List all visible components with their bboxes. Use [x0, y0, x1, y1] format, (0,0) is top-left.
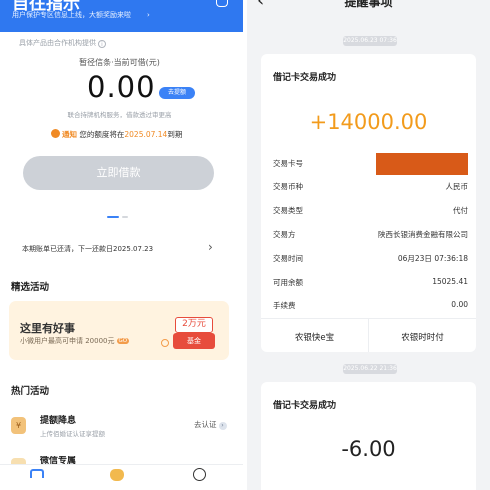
- money-bag-icon: ¥: [11, 417, 26, 434]
- raise-limit-button[interactable]: 去提额: [159, 87, 195, 99]
- transaction-amount: -6.00: [341, 437, 396, 461]
- featured-heading: 精选活动: [11, 282, 50, 293]
- available-amount: 0.00: [87, 70, 156, 104]
- detail-row: 交易币种 人民币: [273, 181, 468, 193]
- clock-icon: [51, 129, 60, 138]
- detail-value: 代付: [453, 206, 468, 215]
- detail-row: 可用余额 15025.41: [273, 277, 468, 289]
- transaction-title: 借记卡交易成功: [273, 401, 337, 411]
- carousel-dot-active: [107, 216, 119, 218]
- notice-text: 您的额度将在: [79, 130, 125, 139]
- bill-status-row[interactable]: 本期账单已还清，下一还款日2025.07.23 ›: [0, 234, 243, 262]
- promo-sub-text: 小微用户最高可申请 20000元: [20, 337, 115, 345]
- verify-button[interactable]: 去认证 ›: [194, 419, 227, 430]
- detail-label: 交易币种: [273, 182, 303, 191]
- redaction-block: [376, 153, 468, 175]
- promo-banner[interactable]: 这里有好事 小微用户最高可申请 20000元 GO 2万元 基金: [9, 301, 229, 360]
- app-header: 自往指示 用户保护专区信息上线，大额奖励来啦 ›: [0, 0, 243, 32]
- notice-date: 2025.07.14: [124, 130, 168, 139]
- loan-app-screen: 自往指示 用户保护专区信息上线，大额奖励来啦 › 具体产品由合作机构提供 i 暂径…: [0, 0, 243, 490]
- profile-tab-icon[interactable]: [193, 468, 206, 481]
- kuai-e-bao-button[interactable]: 农银快e宝: [261, 331, 368, 343]
- timestamp-pill: 2025.06.23 07:36: [343, 36, 397, 46]
- go-badge: GO: [116, 338, 130, 344]
- notice-suffix: 到期: [167, 130, 183, 139]
- detail-row: 交易时间 06月23日 07:36:18: [273, 253, 468, 265]
- detail-label: 手续费: [273, 301, 296, 310]
- transaction-amount: +14000.00: [309, 110, 428, 134]
- chat-icon[interactable]: [216, 0, 228, 7]
- promo-subtitle: 小微用户最高可申请 20000元 GO: [20, 336, 130, 346]
- promo-title: 这里有好事: [20, 322, 75, 335]
- fund-label: 基金: [173, 333, 215, 349]
- detail-label: 交易方: [273, 230, 296, 239]
- home-tab-icon[interactable]: [30, 469, 44, 478]
- more-icon[interactable]: ···: [460, 0, 476, 7]
- notice-tag: 通知: [62, 130, 77, 139]
- detail-value: 06月23日 07:36:18: [397, 254, 468, 263]
- provider-note: 具体产品由合作机构提供 i: [19, 38, 106, 48]
- page-title: 提醒事项: [344, 0, 393, 9]
- detail-label: 交易类型: [273, 206, 303, 215]
- bill-status-text: 本期账单已还清，下一还款日2025.07.23: [22, 245, 154, 253]
- timestamp-pill: 2025.06.22 21:36: [343, 364, 397, 374]
- detail-row: 手续费 0.00: [273, 300, 468, 312]
- detail-value: 人民币: [445, 182, 469, 191]
- detail-value: 陕西长银消费金融有限公司: [378, 230, 468, 239]
- carousel-dot[interactable]: [122, 216, 128, 218]
- detail-value: 0.00: [451, 300, 468, 309]
- available-limit-label: 暂径信条·当前可借(元): [79, 58, 160, 67]
- chevron-right-icon: ›: [218, 422, 227, 430]
- detail-value: 15025.41: [432, 277, 468, 286]
- info-icon[interactable]: i: [98, 40, 106, 48]
- promo-illustration: 2万元 基金: [161, 311, 215, 351]
- hot-item-title: 提额降息: [40, 416, 77, 426]
- bottom-tab-bar: [0, 464, 243, 490]
- detail-row: 交易卡号: [273, 153, 468, 175]
- service-note: 联合持牌机构服务，借款透过审更高: [67, 111, 172, 119]
- detail-row: 交易类型 代付: [273, 205, 468, 217]
- transaction-card: 借记卡交易成功 -6.00: [261, 382, 476, 490]
- verify-label: 去认证: [194, 420, 217, 429]
- hot-heading: 热门活动: [11, 386, 50, 397]
- reminders-screen: ‹ 提醒事项 ··· 2025.06.23 07:36 借记卡交易成功 +140…: [247, 0, 490, 490]
- detail-label: 交易时间: [273, 254, 303, 263]
- coupon-label: 2万元: [175, 317, 213, 333]
- shishi-fu-button[interactable]: 农银时时付: [369, 331, 476, 343]
- borrow-now-button[interactable]: 立即借款: [23, 156, 214, 190]
- nav-bar: ‹ 提醒事项 ···: [247, 0, 490, 12]
- detail-row: 交易方 陕西长银消费金融有限公司: [273, 229, 468, 241]
- expiry-notice: 通知 您的额度将在2025.07.14到期: [51, 129, 182, 140]
- chevron-right-icon: ›: [208, 240, 213, 254]
- mascot-tab-icon[interactable]: [110, 469, 124, 481]
- carousel-indicator: [107, 216, 131, 235]
- hot-item-desc: 上传佰婚证认证享提额: [40, 430, 105, 438]
- credit-card: 具体产品由合作机构提供 i 暂径信条·当前可借(元) 0.00 去提额 联合持牌机…: [9, 32, 230, 202]
- detail-label: 交易卡号: [273, 159, 303, 168]
- announcement-banner[interactable]: 用户保护专区信息上线，大额奖励来啦: [12, 11, 131, 20]
- chevron-right-icon[interactable]: ›: [147, 11, 150, 20]
- cart-icon: [161, 339, 169, 347]
- transaction-card: 借记卡交易成功 +14000.00 交易卡号 交易币种 人民币 交易类型 代付 …: [261, 54, 476, 352]
- transaction-title: 借记卡交易成功: [273, 73, 337, 83]
- list-item[interactable]: ¥ 提额降息 上传佰婚证认证享提额 去认证 ›: [0, 410, 243, 440]
- detail-label: 可用余额: [273, 278, 303, 287]
- provider-text: 具体产品由合作机构提供: [19, 39, 96, 47]
